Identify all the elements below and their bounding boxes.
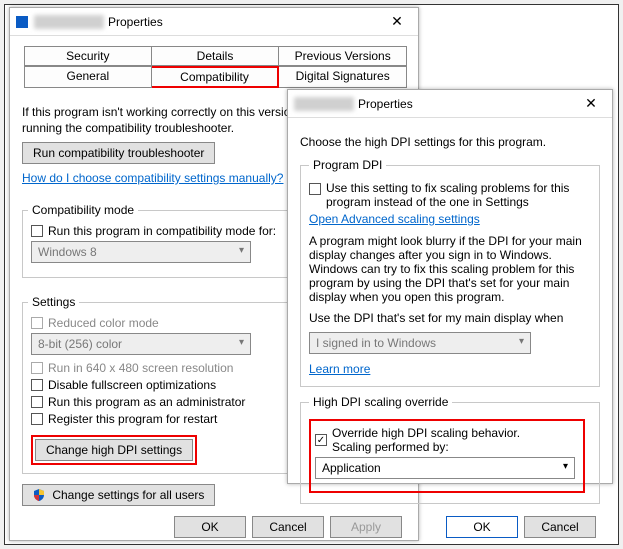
dpi-ok-button[interactable]: OK	[446, 516, 518, 538]
app-name-blurred	[294, 97, 354, 111]
close-icon[interactable]: ✕	[576, 91, 606, 117]
dpi-settings-window: Properties ✕ Choose the high DPI setting…	[287, 89, 613, 484]
chevron-down-icon: ▾	[239, 337, 244, 351]
tab-digital-signatures[interactable]: Digital Signatures	[279, 66, 407, 88]
change-dpi-button[interactable]: Change high DPI settings	[35, 439, 193, 461]
close-icon[interactable]: ✕	[382, 9, 412, 35]
compat-mode-select[interactable]: Windows 8▾	[31, 241, 251, 263]
manual-settings-link[interactable]: How do I choose compatibility settings m…	[22, 171, 283, 185]
change-all-users-button[interactable]: Change settings for all users	[22, 484, 215, 506]
color-depth-select: 8-bit (256) color▾	[31, 333, 251, 355]
override-checkbox[interactable]: ✓ Override high DPI scaling behavior.Sca…	[315, 426, 579, 454]
tab-security[interactable]: Security	[24, 46, 152, 66]
program-dpi-group: Program DPI Use this setting to fix scal…	[300, 158, 600, 387]
tabs: Security Details Previous Versions Gener…	[22, 44, 409, 90]
settings-label: Settings	[28, 295, 79, 309]
program-dpi-legend: Program DPI	[309, 158, 386, 172]
title-suffix: Properties	[108, 15, 163, 29]
learn-more-link[interactable]: Learn more	[309, 362, 370, 376]
app-icon	[16, 16, 28, 28]
titlebar[interactable]: Properties ✕	[10, 8, 418, 36]
tab-previous-versions[interactable]: Previous Versions	[279, 46, 407, 66]
dpi-cancel-button[interactable]: Cancel	[524, 516, 596, 538]
override-legend: High DPI scaling override	[309, 395, 452, 409]
tab-compatibility[interactable]: Compatibility	[152, 66, 280, 88]
scaling-select[interactable]: Application▾	[315, 457, 575, 479]
blurry-text: A program might look blurry if the DPI f…	[309, 234, 591, 304]
run-troubleshooter-button[interactable]: Run compatibility troubleshooter	[22, 142, 215, 164]
dpi-intro: Choose the high DPI settings for this pr…	[300, 134, 600, 150]
ok-button[interactable]: OK	[174, 516, 246, 538]
override-group: High DPI scaling override ✓ Override hig…	[300, 395, 600, 504]
dpi-titlebar[interactable]: Properties ✕	[288, 90, 612, 118]
use-dpi-when-label: Use the DPI that's set for my main displ…	[309, 310, 591, 326]
use-setting-checkbox[interactable]: Use this setting to fix scaling problems…	[309, 181, 591, 209]
dpi-title-suffix: Properties	[358, 97, 413, 111]
shield-icon	[33, 489, 45, 501]
app-name-blurred	[34, 15, 104, 29]
compat-mode-label: Compatibility mode	[28, 203, 138, 217]
tab-general[interactable]: General	[24, 66, 152, 88]
dpi-when-select: I signed in to Windows▾	[309, 332, 531, 354]
tab-details[interactable]: Details	[152, 46, 280, 66]
chevron-down-icon: ▾	[563, 461, 568, 475]
chevron-down-icon: ▾	[239, 245, 244, 259]
chevron-down-icon: ▾	[519, 336, 524, 350]
open-advanced-link[interactable]: Open Advanced scaling settings	[309, 212, 480, 226]
